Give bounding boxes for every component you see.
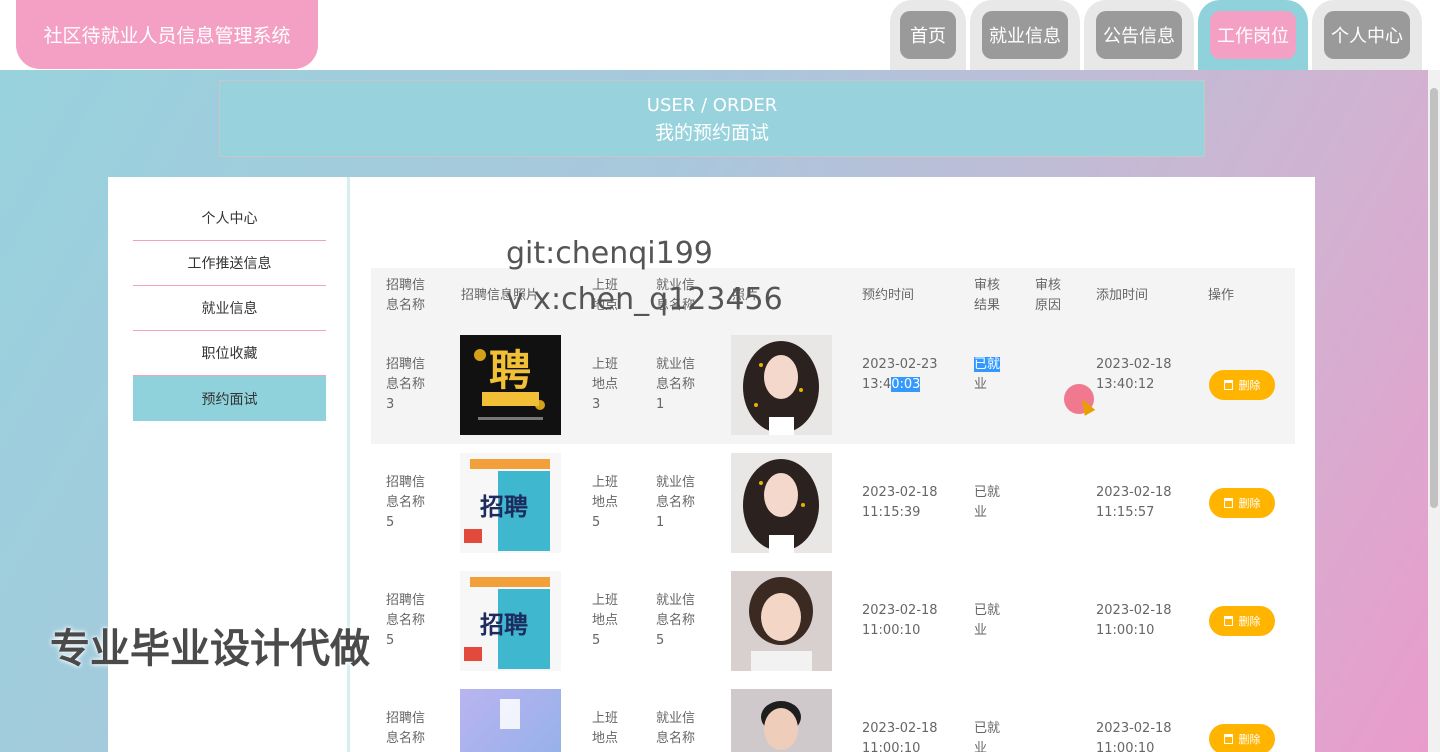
col-header: 审核 原因 [1035,278,1062,313]
selected-text: 0:03 [891,377,921,392]
delete-button[interactable]: 删除 [1209,606,1275,636]
recruit-poster-image: 聘 [460,335,561,435]
col-header: 操作 [1208,288,1235,303]
sidebar-item-profile[interactable]: 个人中心 [133,196,326,241]
appointment-time: 2023-02-18 11:00:10 [862,603,938,638]
table-row: 招聘信 息名称 上班 地点 就业信 息名称 2023-02-18 11:00:1… [371,680,1295,752]
appointment-time: 2023-02-18 11:00:10 [862,721,938,752]
review-result: 已就 业 [974,721,1001,752]
delete-label: 删除 [1238,733,1261,746]
appointment-time: 2023-02-23 13:40:03 [862,355,938,395]
trash-icon [1223,498,1233,508]
review-result: 已就 业 [974,485,1001,520]
scrollbar[interactable] [1428,70,1440,752]
selected-text: 已就 [974,357,1001,372]
employment-name: 就业信 息名称 [656,711,696,746]
recruit-poster-image [460,689,561,752]
nav-tab-label[interactable]: 公告信息 [1096,11,1182,59]
nav-tab-label[interactable]: 就业信息 [982,11,1068,59]
recruit-poster-image: 招聘 [460,571,561,671]
poster-text: 招聘 [480,493,528,521]
job-name: 招聘信 息名称 5 [386,593,426,648]
work-place: 上班 地点 [592,711,619,746]
person-photo [731,571,832,671]
trash-icon [1223,734,1233,744]
person-photo [731,689,832,752]
review-result: 已就业 [974,355,1001,395]
delete-label: 删除 [1238,379,1261,392]
page-banner: USER / ORDER 我的预约面试 [219,80,1205,157]
watermark-promo: 专业毕业设计代做 [50,626,370,672]
review-result-part: 业 [974,377,988,392]
employment-name: 就业信 息名称 5 [656,593,696,648]
job-name: 招聘信 息名称 5 [386,475,426,530]
delete-label: 删除 [1238,615,1261,628]
banner-title: 我的预约面试 [654,122,769,144]
nav-tab-employment[interactable]: 就业信息 [970,0,1080,70]
trash-icon [1223,380,1233,390]
app-title: 社区待就业人员信息管理系统 [16,0,318,69]
col-header: 审核 结果 [974,278,1001,313]
col-header: 招聘信 息名称 [386,278,426,313]
nav-tab-label[interactable]: 工作岗位 [1210,11,1296,59]
appointment-time: 2023-02-18 11:15:39 [862,485,938,520]
appointment-time-part: 13:4 [862,377,892,392]
review-result: 已就 业 [974,603,1001,638]
person-photo [731,335,832,435]
table-row: 招聘信 息名称 5 招聘 上班 地点 5 就业信 息名称 5 2023-02-1… [371,562,1295,680]
work-place: 上班 地点 5 [592,475,619,530]
sidebar-item-employment[interactable]: 就业信息 [133,286,326,331]
delete-button[interactable]: 删除 [1209,724,1275,752]
poster-text: 聘 [489,346,531,395]
trash-icon [1223,616,1233,626]
work-place: 上班 地点 5 [592,593,619,648]
scrollbar-thumb[interactable] [1430,88,1438,508]
added-time: 2023-02-18 11:00:10 [1096,721,1172,752]
table-row: 招聘信 息名称 3 聘 上班 地点 3 就业信 息名称 1 2023-02-23… [371,326,1295,444]
nav-tab-label[interactable]: 个人中心 [1324,11,1410,59]
added-time: 2023-02-18 11:15:57 [1096,485,1172,520]
delete-button[interactable]: 删除 [1209,370,1275,400]
employment-name: 就业信 息名称 1 [656,475,696,530]
nav-tab-jobs[interactable]: 工作岗位 [1198,0,1308,70]
col-header: 添加时间 [1096,288,1149,303]
watermark-git: git:chenqi199 [506,236,713,271]
sidebar-item-push[interactable]: 工作推送信息 [133,241,326,286]
col-header: 预约时间 [862,288,915,303]
nav-tab-home[interactable]: 首页 [890,0,966,70]
poster-text: 招聘 [480,611,528,639]
nav-tab-label[interactable]: 首页 [900,11,956,59]
top-bar: 社区待就业人员信息管理系统 首页 就业信息 公告信息 工作岗位 个人中心 [0,0,1440,70]
sidebar-item-favorites[interactable]: 职位收藏 [133,331,326,376]
delete-button[interactable]: 删除 [1209,488,1275,518]
table-row: 招聘信 息名称 5 招聘 上班 地点 5 就业信 息名称 1 2023-02-1… [371,444,1295,562]
added-time: 2023-02-18 11:00:10 [1096,603,1172,638]
job-name: 招聘信 息名称 3 [386,357,426,412]
appointment-date: 2023-02-23 [862,357,938,372]
watermark-vx: v x:chen_q123456 [506,282,783,317]
added-time: 2023-02-18 13:40:12 [1096,357,1172,392]
nav-tab-notice[interactable]: 公告信息 [1084,0,1194,70]
nav-tab-profile[interactable]: 个人中心 [1312,0,1422,70]
sidebar-item-interview[interactable]: 预约面试 [133,376,326,421]
banner-english-title: USER / ORDER [646,95,778,116]
main-nav: 首页 就业信息 公告信息 工作岗位 个人中心 [890,0,1422,70]
work-place: 上班 地点 3 [592,357,619,412]
recruit-poster-image: 招聘 [460,453,561,553]
person-photo [731,453,832,553]
job-name: 招聘信 息名称 [386,711,426,746]
delete-label: 删除 [1238,497,1261,510]
employment-name: 就业信 息名称 1 [656,357,696,412]
